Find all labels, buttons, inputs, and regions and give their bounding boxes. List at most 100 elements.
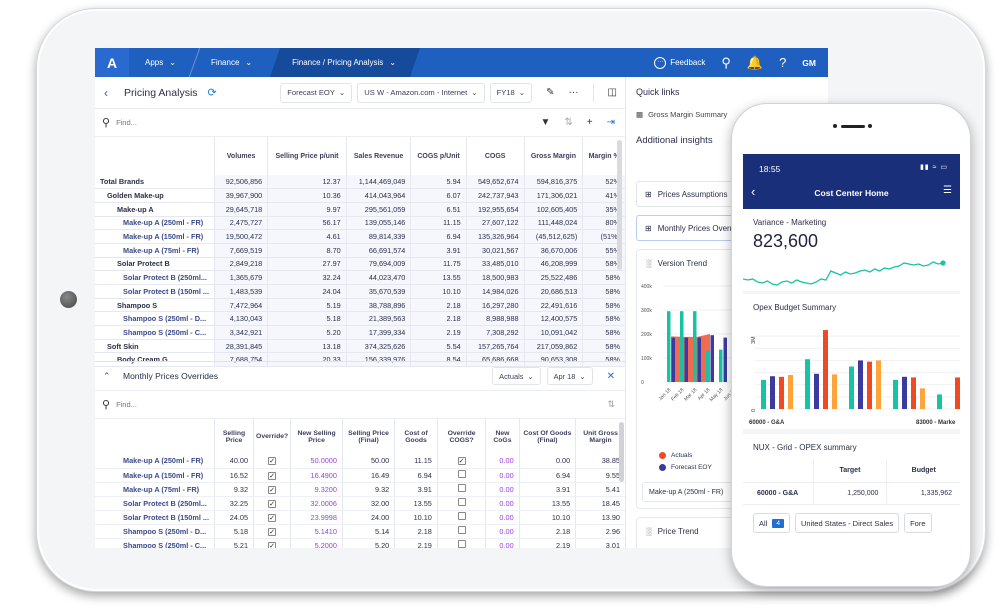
cell[interactable]: 46,208,999 (524, 257, 583, 271)
cell[interactable]: 111,448,024 (524, 216, 583, 230)
table-row[interactable]: Solar Protect B (150ml ...1,483,53924.04… (95, 285, 625, 299)
cell[interactable]: 9.97 (268, 202, 346, 216)
table-row[interactable]: Make-up A (150ml - FR)19,500,4724.6189,8… (95, 230, 625, 244)
more-icon[interactable]: ··· (569, 87, 579, 98)
version-dropdown[interactable]: Forecast EOY⌄ (280, 83, 352, 103)
table-row[interactable]: Golden Make-up39,967,90010.36414,043,964… (95, 189, 625, 203)
override-cogs-checkbox[interactable]: ✓ (458, 457, 466, 465)
cell[interactable]: 27,607,122 (466, 216, 524, 230)
cell[interactable]: 217,059,862 (524, 339, 583, 353)
cell[interactable]: (45,512,625) (524, 230, 583, 244)
cell[interactable]: 11.15 (411, 216, 466, 230)
bell-icon[interactable]: 🔔 (747, 55, 763, 71)
variance-card[interactable]: Variance - Marketing 823,600 (743, 209, 960, 291)
new-cogs-input[interactable]: 0.00 (486, 538, 519, 548)
cell[interactable]: 35,670,539 (346, 285, 411, 299)
cell[interactable]: 3,342,921 (214, 326, 267, 340)
cell[interactable]: 549,652,674 (466, 175, 524, 189)
cell[interactable]: 1,144,469,049 (346, 175, 411, 189)
cell[interactable]: 135,326,964 (466, 230, 524, 244)
apps-menu[interactable]: Apps⌄ (129, 48, 194, 77)
cell[interactable]: 58% (583, 339, 625, 353)
cell[interactable]: 89,814,339 (346, 230, 411, 244)
table-row[interactable]: Make-up A (75ml - FR)7,669,5198.7066,691… (95, 243, 625, 257)
cell[interactable]: 14,984,026 (466, 285, 524, 299)
customer-dropdown[interactable]: US W - Amazon.com - Internet⌄ (357, 83, 484, 103)
cell[interactable]: 2.18 (411, 312, 466, 326)
cell[interactable]: 11.75 (411, 257, 466, 271)
cell[interactable]: 5.19 (268, 298, 346, 312)
filter-icon[interactable]: ▼ (540, 117, 550, 128)
find-input[interactable]: Find... (116, 118, 137, 127)
override-cogs-checkbox[interactable] (458, 526, 466, 534)
cell[interactable]: 33,485,010 (466, 257, 524, 271)
cell[interactable]: 30,021,567 (466, 243, 524, 257)
cell[interactable]: 13.18 (268, 339, 346, 353)
table-row[interactable]: Shampoo S (250ml - D...5.18✓5.14105.142.… (95, 524, 625, 538)
table-row[interactable]: 60000 - G&A1,250,0001,335,962 (743, 482, 960, 504)
cell[interactable]: 171,306,021 (524, 189, 583, 203)
add-icon[interactable]: + (587, 117, 593, 128)
new-cogs-input[interactable]: 0.00 (486, 510, 519, 524)
year-dropdown[interactable]: FY18⌄ (490, 83, 533, 103)
table-row[interactable]: Shampoo S (250ml - C...3,342,9215.2017,3… (95, 326, 625, 340)
table-row[interactable]: Make-up A29,645,7189.97295,561,0596.5119… (95, 202, 625, 216)
cell[interactable]: 79,694,009 (346, 257, 411, 271)
table-row[interactable]: Solar Protect B (150ml ...24.05✓23.99982… (95, 510, 625, 524)
cell[interactable]: 4.61 (268, 230, 346, 244)
opex-grid-card[interactable]: NUX - Grid - OPEX summary TargetBudget 6… (743, 434, 960, 506)
cell[interactable]: 5.54 (411, 339, 466, 353)
cell[interactable]: 17,399,334 (346, 326, 411, 340)
table-row[interactable]: Total Brands92,506,85612.371,144,469,049… (95, 175, 625, 189)
column-header[interactable]: Gross Margin (524, 137, 583, 175)
override-cogs-checkbox[interactable] (458, 512, 466, 520)
new-selling-price-input[interactable]: 5.2000 (291, 538, 343, 548)
column-header[interactable]: Sales Revenue (346, 137, 411, 175)
override-cogs-checkbox[interactable] (458, 470, 466, 478)
column-header[interactable]: Volumes (214, 137, 267, 175)
cell[interactable]: 66,691,574 (346, 243, 411, 257)
table-row[interactable]: Make-up A (150ml - FR)16.52✓16.490016.49… (95, 468, 625, 482)
cell[interactable]: 39,967,900 (214, 189, 267, 203)
cell[interactable]: 10.10 (411, 285, 466, 299)
chip-forecast[interactable]: Fore (904, 513, 931, 533)
cell[interactable]: 2.19 (411, 326, 466, 340)
table-row[interactable]: Soft Skin28,391,84513.18374,325,6265.541… (95, 339, 625, 353)
panel-toggle-icon[interactable]: ◫ (608, 87, 617, 98)
cell[interactable]: 8,988,988 (466, 312, 524, 326)
back-chevron-icon[interactable]: ‹ (104, 86, 122, 100)
new-cogs-input[interactable]: 0.00 (486, 482, 519, 496)
cell[interactable]: 44,023,470 (346, 271, 411, 285)
cell[interactable]: 24.04 (268, 285, 346, 299)
cell[interactable]: 12,400,575 (524, 312, 583, 326)
new-selling-price-input[interactable]: 50.0000 (291, 454, 343, 468)
column-header[interactable]: Override COGS? (437, 419, 485, 454)
new-selling-price-input[interactable]: 16.4900 (291, 468, 343, 482)
override-checkbox[interactable]: ✓ (268, 472, 276, 480)
column-header[interactable]: Cost of Goods (395, 419, 438, 454)
cell[interactable]: 92,506,856 (214, 175, 267, 189)
override-checkbox[interactable]: ✓ (268, 542, 276, 549)
cell[interactable]: 22,491,616 (524, 298, 583, 312)
cell[interactable]: 192,955,654 (466, 202, 524, 216)
opex-card[interactable]: Opex Budget Summary 3M060000 - G&A83000 … (743, 294, 960, 429)
column-header[interactable]: Unit Gross Margin (576, 419, 625, 454)
cell[interactable]: 5.20 (268, 326, 346, 340)
table-row[interactable]: Solar Protect B (250ml...1,365,67932.244… (95, 271, 625, 285)
chip-region[interactable]: United States - Direct Sales (795, 513, 899, 533)
export-icon[interactable]: ⇥ (607, 117, 615, 128)
cell[interactable]: 3.91 (411, 243, 466, 257)
table-row[interactable]: Shampoo S (250ml - C...5.21✓5.20005.202.… (95, 538, 625, 548)
sort-icon[interactable]: ⇅ (607, 399, 625, 410)
cell[interactable]: 157,265,764 (466, 339, 524, 353)
cell[interactable]: 38,788,896 (346, 298, 411, 312)
cell[interactable]: 139,055,146 (346, 216, 411, 230)
overrides-scrollbar[interactable] (619, 422, 624, 482)
cell[interactable]: 414,043,964 (346, 189, 411, 203)
finance-menu[interactable]: Finance⌄ (195, 48, 270, 77)
cell[interactable]: 13.55 (411, 271, 466, 285)
override-checkbox[interactable]: ✓ (268, 528, 276, 536)
new-cogs-input[interactable]: 0.00 (486, 524, 519, 538)
cell[interactable]: 21,389,563 (346, 312, 411, 326)
new-selling-price-input[interactable]: 5.1410 (291, 524, 343, 538)
